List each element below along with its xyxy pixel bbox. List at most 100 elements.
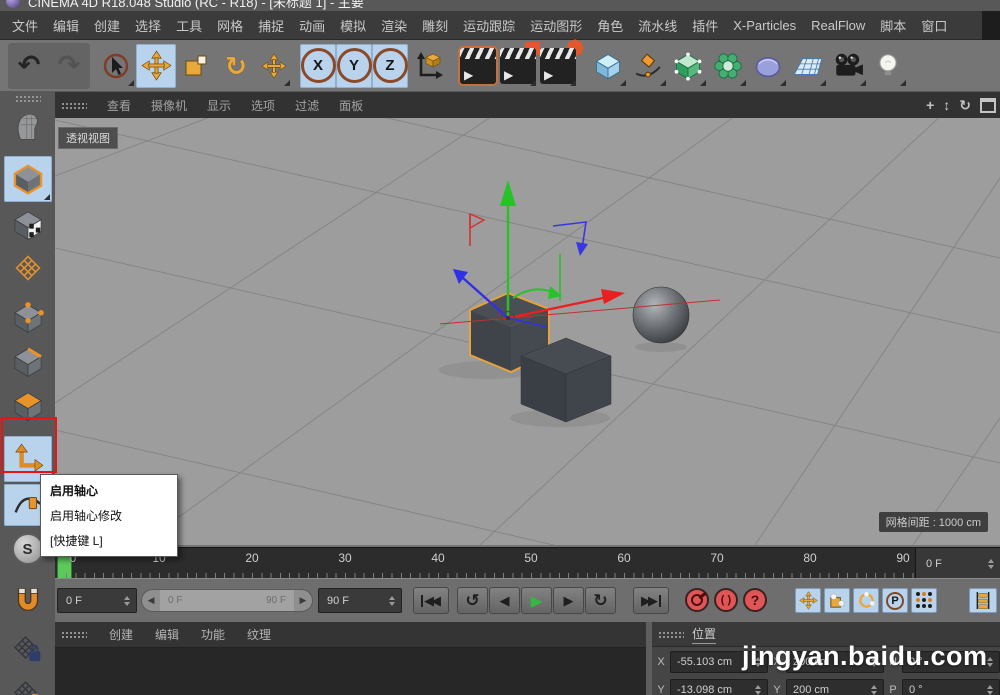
autokey-button[interactable]: ( ): [714, 588, 738, 612]
texture-mode-button[interactable]: [4, 204, 52, 246]
viewport-canvas[interactable]: 网格间距 : 1000 cm: [55, 118, 1000, 545]
viewport-menu-filter[interactable]: 过滤: [295, 97, 319, 114]
viewport-drag-handle[interactable]: [61, 102, 87, 109]
key-position-toggle[interactable]: [795, 588, 821, 613]
menu-simulate[interactable]: 模拟: [340, 16, 366, 35]
snap-magnet-button[interactable]: [4, 579, 52, 625]
menu-render[interactable]: 渲染: [381, 16, 407, 35]
workplane-align-button[interactable]: [4, 675, 52, 695]
coordinate-system-button[interactable]: [408, 44, 448, 88]
menu-plugins[interactable]: 插件: [692, 16, 718, 35]
goto-next-key-button[interactable]: ↻: [585, 587, 616, 614]
material-manager-body[interactable]: [55, 648, 646, 695]
coordinates-tab-position[interactable]: 位置: [692, 625, 716, 644]
start-frame-stepper[interactable]: [121, 596, 136, 606]
goto-start-button[interactable]: ◀◀: [413, 587, 449, 614]
key-scale-toggle[interactable]: [824, 588, 850, 613]
start-frame-spinner[interactable]: 0 F: [57, 588, 137, 613]
goto-prev-key-button[interactable]: ↺: [457, 587, 488, 614]
menu-mograph[interactable]: 运动图形: [530, 16, 582, 35]
viewport-menu-cameras[interactable]: 摄像机: [151, 97, 187, 114]
viewport-menu-view[interactable]: 查看: [107, 97, 131, 114]
rotate-tool-button[interactable]: ↻: [216, 44, 256, 88]
material-drag-handle[interactable]: [61, 631, 87, 638]
environment-floor-button[interactable]: [788, 44, 828, 88]
menu-create[interactable]: 创建: [94, 16, 120, 35]
subdivision-surface-button[interactable]: [668, 44, 708, 88]
frame-range-slider[interactable]: ◀ 0 F 90 F ▶: [141, 589, 313, 612]
record-keyframe-button[interactable]: [685, 588, 709, 612]
current-frame-stepper[interactable]: [985, 559, 1000, 569]
key-pla-toggle[interactable]: [911, 588, 937, 613]
volume-button[interactable]: [748, 44, 788, 88]
menu-edit[interactable]: 编辑: [53, 16, 79, 35]
keyframe-selection-button[interactable]: ?: [743, 588, 767, 612]
end-frame-spinner[interactable]: 90 F: [318, 588, 402, 613]
range-right-arrow-icon[interactable]: ▶: [294, 595, 312, 606]
spline-pen-button[interactable]: [628, 44, 668, 88]
menu-xparticles[interactable]: X-Particles: [733, 18, 796, 33]
menu-window[interactable]: 窗口: [921, 16, 947, 35]
menu-motion-tracker[interactable]: 运动跟踪: [463, 16, 515, 35]
menu-character[interactable]: 角色: [597, 16, 623, 35]
menu-animate[interactable]: 动画: [299, 16, 325, 35]
end-frame-stepper[interactable]: [386, 596, 401, 606]
model-mode-button[interactable]: [4, 156, 52, 202]
edges-mode-button[interactable]: [4, 341, 52, 383]
light-button[interactable]: [868, 44, 908, 88]
material-menu-edit[interactable]: 编辑: [155, 626, 179, 643]
play-button[interactable]: ▶: [521, 587, 552, 614]
prev-frame-button[interactable]: ◀: [489, 587, 520, 614]
redo-button[interactable]: ↷: [49, 44, 89, 88]
undo-button[interactable]: ↶: [9, 44, 49, 88]
render-view-button[interactable]: ▶: [458, 44, 498, 88]
render-settings-button[interactable]: ▶: [538, 44, 578, 88]
goto-end-button[interactable]: ▶▶: [633, 587, 669, 614]
range-left-arrow-icon[interactable]: ◀: [142, 595, 160, 606]
key-parameter-toggle[interactable]: P: [882, 588, 908, 613]
viewport-rotate-icon[interactable]: ↻: [959, 97, 971, 114]
y-axis-lock-button[interactable]: Y: [336, 44, 372, 88]
coordinates-drag-handle[interactable]: [658, 631, 684, 638]
x-axis-lock-button[interactable]: X: [300, 44, 336, 88]
make-editable-button[interactable]: [4, 105, 52, 147]
move-tool-button[interactable]: [136, 44, 176, 88]
material-menu-create[interactable]: 创建: [109, 626, 133, 643]
last-tool-button[interactable]: [256, 44, 292, 88]
menu-select[interactable]: 选择: [135, 16, 161, 35]
material-menu-texture[interactable]: 纹理: [247, 626, 271, 643]
menu-sculpt[interactable]: 雕刻: [422, 16, 448, 35]
render-picture-viewer-button[interactable]: ▶: [498, 44, 538, 88]
menu-snap[interactable]: 捕捉: [258, 16, 284, 35]
size-y-field[interactable]: 200 cm: [786, 679, 884, 695]
menu-file[interactable]: 文件: [12, 16, 38, 35]
menu-script[interactable]: 脚本: [880, 16, 906, 35]
viewport-maximize-icon[interactable]: [980, 98, 996, 113]
size-y-stepper[interactable]: [868, 685, 883, 695]
next-frame-button[interactable]: ▶: [553, 587, 584, 614]
viewport-menu-display[interactable]: 显示: [207, 97, 231, 114]
menu-pipeline[interactable]: 流水线: [638, 16, 677, 35]
points-mode-button[interactable]: [4, 297, 52, 339]
viewport-zoom-icon[interactable]: ↕: [943, 97, 950, 113]
z-axis-lock-button[interactable]: Z: [372, 44, 408, 88]
key-rotation-toggle[interactable]: [853, 588, 879, 613]
menu-mesh[interactable]: 网格: [217, 16, 243, 35]
viewport-pan-icon[interactable]: +: [926, 97, 934, 113]
timeline-ruler[interactable]: 0 10 20 30 40 50 60 70 80 90 0 F: [55, 547, 1000, 579]
position-y-field[interactable]: -13.098 cm: [670, 679, 768, 695]
rotation-p-stepper[interactable]: [984, 685, 999, 695]
menu-realflow[interactable]: RealFlow: [811, 18, 865, 33]
live-selection-button[interactable]: [96, 44, 136, 88]
primitive-cube-button[interactable]: [588, 44, 628, 88]
deformer-button[interactable]: [708, 44, 748, 88]
camera-button[interactable]: [828, 44, 868, 88]
second-cube[interactable]: [521, 338, 611, 422]
palette-drag-handle[interactable]: [15, 95, 41, 102]
material-menu-function[interactable]: 功能: [201, 626, 225, 643]
position-y-stepper[interactable]: [752, 685, 767, 695]
keyframe-tracks-button[interactable]: [969, 588, 997, 613]
workplane-lock-button[interactable]: [4, 627, 52, 673]
current-frame-field[interactable]: 0 F: [915, 548, 1000, 579]
sphere-object[interactable]: [633, 287, 689, 343]
